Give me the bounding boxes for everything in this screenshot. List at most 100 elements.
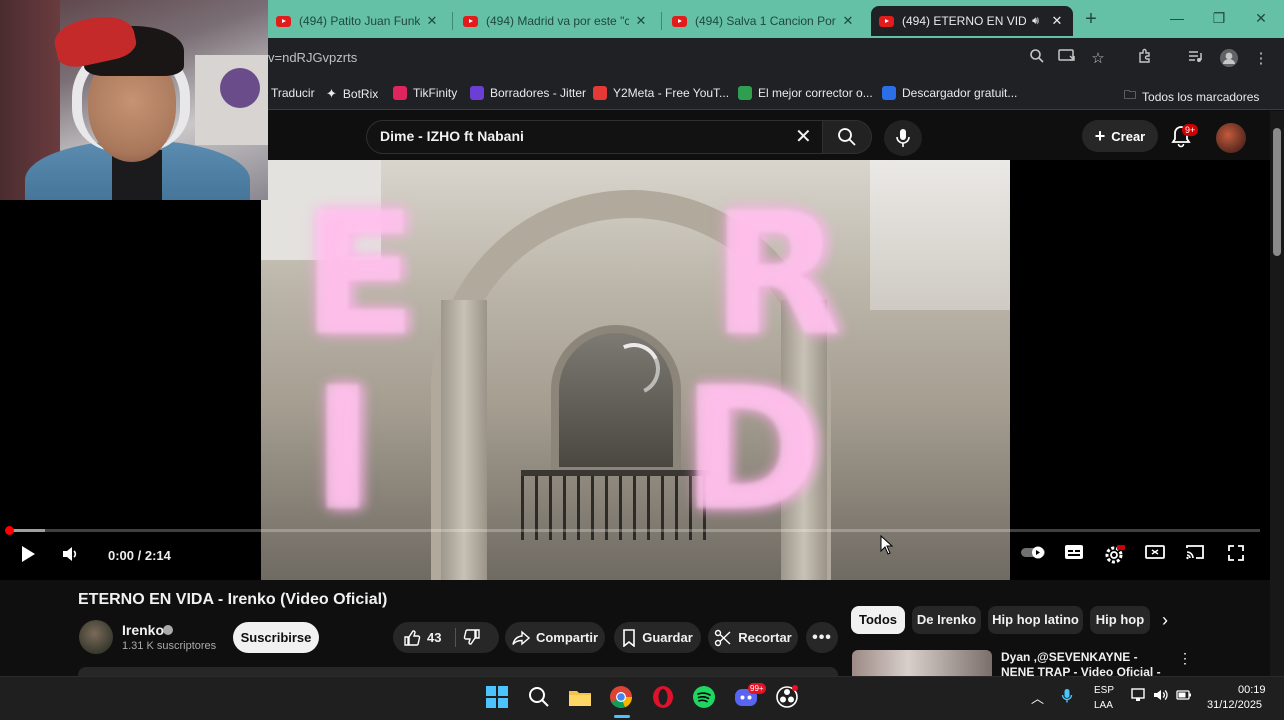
zoom-icon[interactable] — [1026, 48, 1048, 70]
tab-separator — [661, 12, 662, 30]
jitter-icon — [470, 86, 484, 100]
browser-tab-2[interactable]: (494) Madrid va por este "cr ✕ — [455, 6, 657, 36]
dislike-button[interactable] — [463, 628, 481, 651]
discord-badge: 99+ — [748, 683, 766, 694]
microphone-tray-icon[interactable] — [1061, 688, 1073, 707]
windows-start-icon[interactable] — [484, 684, 512, 712]
taskbar-search-icon[interactable] — [526, 684, 554, 712]
minimize-button[interactable]: — — [1156, 0, 1198, 38]
address-bar[interactable]: v=ndRJGvpzrts — [268, 50, 357, 65]
file-explorer-icon[interactable] — [567, 684, 595, 712]
browser-tab-active[interactable]: (494) ETERNO EN VIDA 🔊︎ ✕ — [871, 6, 1073, 36]
search-button[interactable] — [822, 120, 872, 154]
y2meta-icon — [593, 86, 607, 100]
voice-search-button[interactable] — [884, 120, 922, 156]
speaker-tray-icon[interactable] — [1153, 688, 1169, 705]
bookmark-y2meta[interactable]: Y2Meta - Free YouT... — [593, 86, 729, 100]
subscribe-button[interactable]: Suscribirse — [233, 622, 319, 653]
settings-gear-icon[interactable] — [1102, 544, 1126, 568]
channel-name[interactable]: Irenko — [122, 622, 164, 638]
taskbar-clock[interactable]: 00:19 — [1238, 684, 1266, 696]
scrollbar-thumb[interactable] — [1273, 128, 1281, 256]
spotify-icon[interactable] — [691, 684, 719, 712]
youtube-favicon-icon — [276, 15, 291, 27]
bookmark-botrix[interactable]: ✦ BotRix — [326, 86, 378, 102]
input-language[interactable]: ESP — [1094, 685, 1114, 696]
opera-icon[interactable] — [650, 684, 678, 712]
speaker-icon[interactable]: 🔊︎ — [1032, 15, 1039, 28]
chip-de-irenko[interactable]: De Irenko — [912, 606, 981, 634]
chevron-right-icon[interactable]: › — [1162, 610, 1168, 631]
media-controls-icon[interactable] — [1184, 48, 1206, 70]
progress-bar[interactable] — [8, 529, 1260, 532]
close-icon[interactable]: ✕ — [840, 13, 856, 29]
descargador-icon — [882, 86, 896, 100]
chevron-up-icon[interactable]: ︿ — [1031, 688, 1044, 707]
menu-kebab-icon[interactable]: ⋮ — [1250, 48, 1272, 70]
profile-icon[interactable] — [1218, 48, 1240, 70]
overlay-letter: R — [711, 176, 842, 374]
clear-search-icon[interactable]: ✕ — [795, 124, 812, 149]
battery-icon[interactable] — [1176, 688, 1192, 705]
bookmark-traducir[interactable]: Traducir — [271, 86, 315, 100]
taskbar-date[interactable]: 31/12/2025 — [1207, 699, 1262, 711]
chip-todos[interactable]: Todos — [851, 606, 905, 634]
bookmark-corrector[interactable]: El mejor corrector o... — [738, 86, 873, 100]
theater-mode-icon[interactable] — [1143, 544, 1167, 568]
close-icon[interactable]: ✕ — [424, 13, 440, 29]
clip-button[interactable]: Recortar — [708, 622, 798, 653]
new-tab-button[interactable]: + — [1078, 7, 1104, 33]
network-icon[interactable] — [1131, 688, 1147, 705]
close-icon[interactable]: ✕ — [633, 13, 649, 29]
restore-button[interactable]: ❐ — [1198, 0, 1240, 38]
all-bookmarks-folder[interactable]: 🗀︎ Todos los marcadores — [1124, 86, 1259, 107]
bookmark-jitter[interactable]: Borradores - Jitter — [470, 86, 586, 100]
overlay-letter: E — [301, 176, 418, 374]
bookmark-descargador[interactable]: Descargador gratuit... — [882, 86, 1017, 100]
notification-count-badge: 9+ — [1182, 124, 1199, 136]
microphone-icon — [896, 129, 910, 147]
volume-icon[interactable] — [58, 544, 82, 568]
bookmark-star-icon[interactable]: ☆ — [1087, 48, 1109, 70]
account-avatar[interactable] — [1216, 123, 1246, 153]
obs-icon[interactable] — [774, 684, 802, 712]
tab-separator — [452, 12, 453, 30]
windows-taskbar — [0, 676, 1284, 720]
chip-hip-hop[interactable]: Hip hop — [1090, 606, 1150, 634]
progress-scrubber[interactable] — [5, 526, 14, 535]
recommendation-thumbnail[interactable] — [852, 650, 992, 676]
subtitles-icon[interactable] — [1062, 544, 1086, 568]
browser-tab-3[interactable]: (494) Salva 1 Cancion Por C ✕ — [664, 6, 864, 36]
install-app-icon[interactable] — [1056, 48, 1078, 70]
folder-icon: 🗀︎ — [1124, 88, 1137, 102]
tab-label: (494) ETERNO EN VIDA — [902, 14, 1027, 28]
fullscreen-icon[interactable] — [1224, 544, 1248, 568]
time-display: 0:00 / 2:14 — [108, 548, 171, 563]
bookmark-icon — [623, 628, 636, 647]
play-icon[interactable] — [16, 544, 40, 568]
youtube-favicon-icon — [463, 15, 478, 27]
bookmark-label: Borradores - Jitter — [490, 86, 587, 100]
create-button[interactable]: + Crear — [1082, 120, 1158, 152]
webcam-plush — [220, 68, 260, 108]
cast-icon[interactable] — [1183, 544, 1207, 568]
share-button[interactable]: Compartir — [505, 622, 605, 653]
browser-tab-1[interactable]: (494) Patito Juan Funk - You ✕ — [268, 6, 448, 36]
recommendation-title[interactable]: Dyan ,@SEVENKAYNE - NENE TRAP - Video Of… — [1001, 650, 1171, 676]
extensions-icon[interactable] — [1134, 48, 1156, 70]
bookmark-label: BotRix — [342, 87, 379, 101]
plus-icon: + — [1094, 125, 1106, 146]
close-icon[interactable]: ✕ — [1049, 13, 1065, 29]
channel-avatar[interactable] — [79, 620, 113, 654]
bookmark-tikfinity[interactable]: TikFinity — [393, 86, 457, 100]
like-button[interactable]: 43 — [403, 629, 441, 647]
autoplay-toggle[interactable] — [1020, 544, 1048, 568]
recommendation-menu-icon[interactable]: ⋮ — [1178, 650, 1192, 667]
close-window-button[interactable]: ✕ — [1240, 0, 1282, 38]
more-actions-button[interactable]: ••• — [806, 622, 838, 653]
webcam-overlay — [0, 0, 268, 200]
chrome-icon[interactable] — [608, 684, 636, 712]
save-button[interactable]: Guardar — [614, 622, 701, 653]
input-layout[interactable]: LAA — [1094, 700, 1113, 711]
chip-hip-hop-latino[interactable]: Hip hop latino — [988, 606, 1083, 634]
